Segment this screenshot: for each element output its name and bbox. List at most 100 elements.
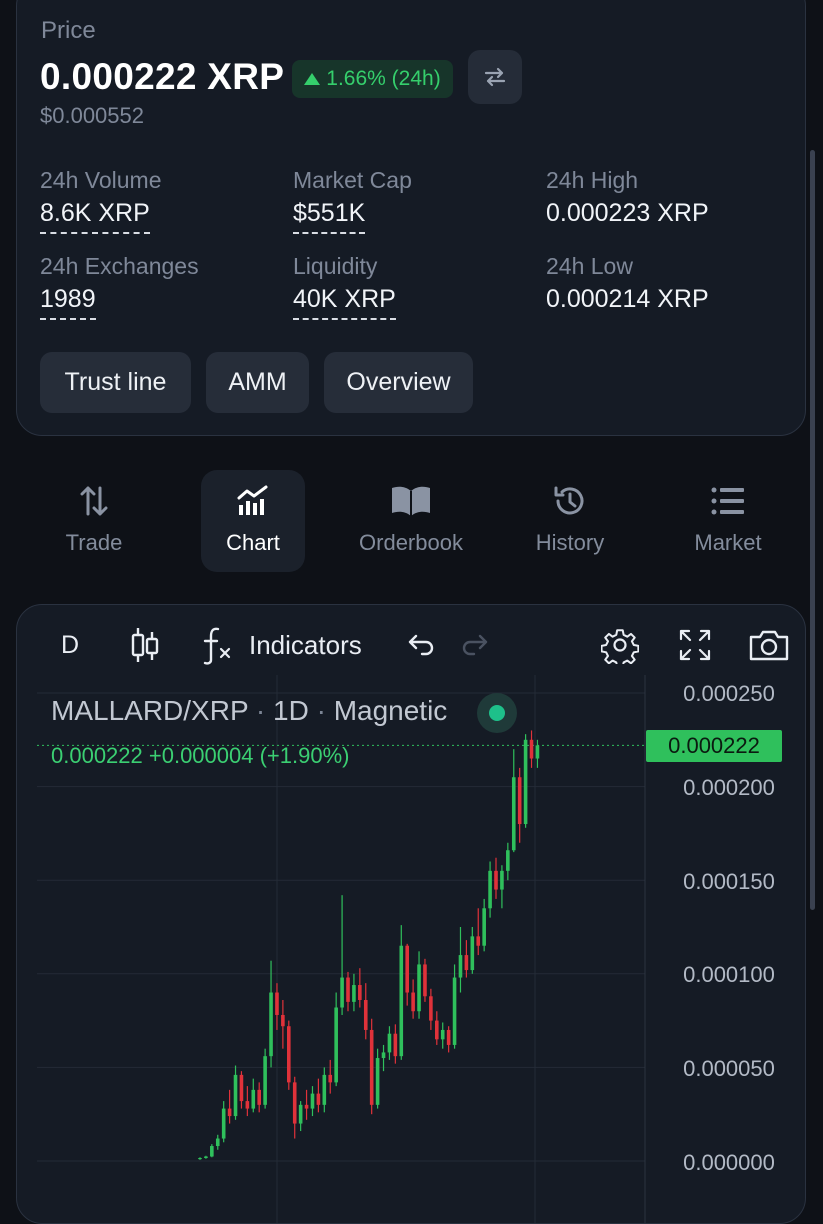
candle (310, 1086, 315, 1117)
candle-body (369, 1029, 374, 1105)
candle-body (358, 985, 362, 1001)
candle (399, 925, 404, 1060)
tab-trade-label: Trade (65, 530, 123, 555)
candle (405, 943, 409, 1006)
candle (529, 730, 534, 768)
candle-body (251, 1089, 256, 1109)
overview-button[interactable]: Overview (324, 352, 473, 413)
scrollbar[interactable] (810, 150, 815, 910)
candle (500, 865, 504, 909)
candle-body (500, 870, 504, 890)
stat-label-market-cap: Market Cap (293, 167, 412, 193)
candle-body (523, 739, 528, 825)
candle-body (511, 777, 516, 851)
stat-label-24h-low: 24h Low (546, 253, 633, 279)
candle (470, 927, 475, 974)
candle (429, 988, 433, 1030)
candle-body (304, 1104, 309, 1109)
candle-body (375, 1058, 380, 1105)
legend-separator: · (316, 695, 326, 726)
chart-legend: MALLARD/XRP · 1D · Magnetic (51, 695, 447, 727)
candle (215, 1134, 220, 1150)
candle-body (221, 1108, 226, 1139)
candle-body (535, 745, 540, 759)
candle (423, 958, 427, 1002)
candle (517, 767, 522, 843)
candle (239, 1071, 244, 1109)
candle (227, 1089, 232, 1124)
candle (269, 960, 273, 1068)
tab-chart[interactable]: Chart (201, 470, 305, 572)
candle-body (494, 870, 498, 890)
tab-history[interactable]: History (518, 470, 622, 572)
candle (440, 1022, 445, 1049)
chart-panel: D Indicators MALLARD/XRP · 1D · Magnetic… (16, 604, 806, 1224)
candle-body (298, 1104, 303, 1124)
stat-label-volume: 24h Volume (40, 167, 162, 193)
candle (304, 1089, 309, 1120)
magnet-toggle[interactable] (477, 693, 517, 733)
candle-body (435, 1020, 439, 1040)
candle-body (429, 996, 433, 1021)
candle (452, 964, 457, 1049)
tab-trade[interactable]: Trade (42, 470, 146, 572)
trade-arrows-icon (80, 486, 108, 516)
candle (210, 1144, 214, 1158)
candle (369, 1018, 374, 1115)
candle (316, 1078, 321, 1113)
candle-body (411, 992, 415, 1012)
candle-body (233, 1074, 238, 1117)
legend-separator: · (255, 695, 266, 726)
candle (535, 739, 540, 768)
candle-body (334, 1007, 338, 1083)
legend-ohlc: 0.000222 +0.000004 (+1.90%) (51, 743, 350, 768)
candle-body (393, 1033, 398, 1057)
tab-orderbook[interactable]: Orderbook (359, 470, 463, 572)
stat-value-market-cap[interactable]: $551K (293, 199, 366, 234)
candle-body (245, 1101, 250, 1109)
candle (375, 1048, 380, 1109)
candle-body (215, 1138, 220, 1147)
candle-body (210, 1146, 214, 1157)
candle (334, 992, 338, 1087)
candle (446, 1026, 451, 1053)
candle (281, 1000, 285, 1049)
candle (257, 1082, 261, 1113)
candle (482, 898, 486, 952)
candle-body (417, 964, 421, 1012)
token-price: 0.000222 XRP (40, 56, 285, 97)
trust-line-button[interactable]: Trust line (40, 352, 191, 413)
candle-body (322, 1074, 327, 1105)
y-tick-label: 0.000000 (683, 1150, 775, 1175)
candle-body (482, 908, 486, 946)
change-badge: 1.66% (24h) (292, 60, 453, 98)
history-icon (554, 486, 584, 515)
tab-orderbook-label: Orderbook (359, 530, 463, 555)
candle (340, 895, 344, 1015)
candle (287, 1020, 291, 1090)
y-tick-label: 0.000150 (683, 869, 775, 894)
stat-value-volume[interactable]: 8.6K XRP (40, 199, 150, 234)
candle (198, 1157, 202, 1160)
candle (346, 971, 350, 1012)
candle (292, 1076, 297, 1139)
candle (322, 1067, 327, 1113)
candle (476, 908, 481, 956)
tab-market[interactable]: Market (676, 470, 780, 572)
candle-body (458, 955, 463, 978)
candle-body (257, 1089, 261, 1105)
candle (363, 983, 368, 1040)
stat-value-exchanges[interactable]: 1989 (40, 285, 96, 320)
amm-button[interactable]: AMM (206, 352, 309, 413)
swap-price-button[interactable] (468, 50, 522, 104)
stat-label-24h-high: 24h High (546, 167, 639, 193)
candle (393, 1024, 398, 1064)
y-tick-label: 0.000100 (683, 962, 775, 987)
legend-pair: MALLARD/XRP (51, 695, 249, 726)
change-text: 1.66% (24h) (326, 67, 441, 90)
candle-body (446, 1029, 451, 1045)
stat-value-liquidity[interactable]: 40K XRP (293, 285, 396, 320)
candle-body (381, 1052, 386, 1059)
candle-body (310, 1093, 315, 1109)
candle-body (198, 1158, 202, 1160)
